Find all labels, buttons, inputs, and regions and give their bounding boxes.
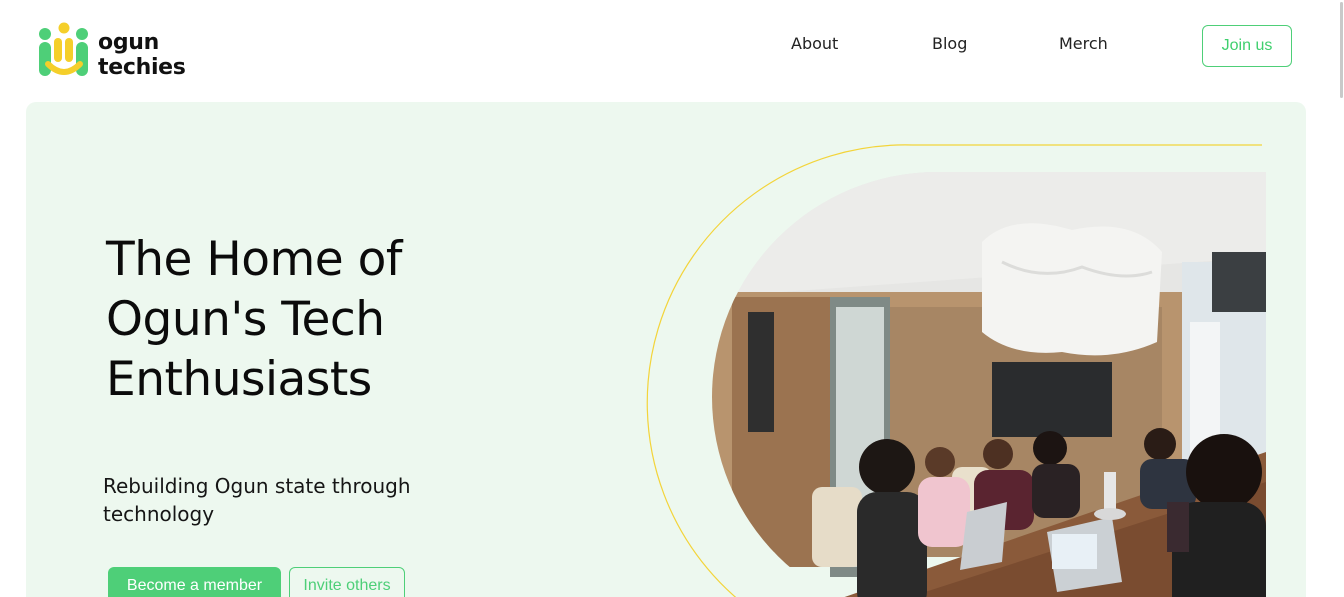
page-scrollbar[interactable] [1339,0,1344,100]
nav-link-merch[interactable]: Merch [1059,34,1108,53]
team-meeting-photo [712,172,1266,597]
site-header: ogun techies About Blog Merch Join us [0,0,1344,100]
nav-link-blog[interactable]: Blog [932,34,967,53]
hero-title-line: Ogun's Tech [106,292,385,347]
scrollbar-thumb[interactable] [1340,2,1343,98]
main-nav: About Blog Merch [0,34,1344,58]
hero-subtitle: Rebuilding Ogun state through technology [103,474,411,526]
nav-link-about[interactable]: About [791,34,838,53]
brand-name-line2: techies [98,55,186,80]
become-member-button[interactable]: Become a member [108,567,281,597]
hero-title: The Home of Ogun's Tech Enthusiasts [106,230,486,410]
hero-title-line: The Home of [106,232,402,287]
join-us-button[interactable]: Join us [1202,25,1292,67]
hero-section: The Home of Ogun's Tech Enthusiasts Rebu… [26,102,1306,597]
invite-others-button[interactable]: Invite others [289,567,405,597]
hero-title-line: Enthusiasts [106,352,372,407]
